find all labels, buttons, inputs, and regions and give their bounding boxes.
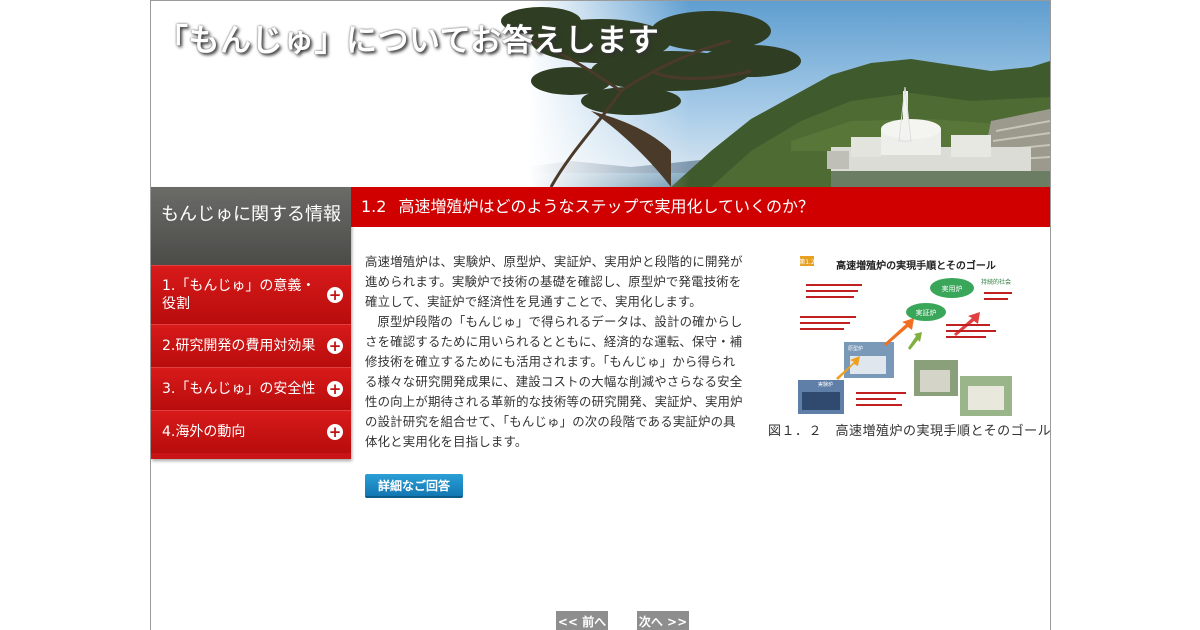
prev-button[interactable]: << 前へ — [556, 611, 608, 630]
figure-caption: 図１．２ 高速増殖炉の実現手順とそのゴール — [768, 424, 1051, 439]
body-paragraph: 高速増殖炉は、実験炉、原型炉、実証炉、実用炉と段階的に開発が進められます。実験炉… — [365, 254, 743, 309]
section-title: 高速増殖炉はどのようなステップで実用化していくのか？ — [398, 197, 814, 216]
sidebar-item-significance[interactable]: 1.「もんじゅ」の意義・役割 + — [151, 265, 351, 324]
sidebar-item-safety[interactable]: 3.「もんじゅ」の安全性 + — [151, 367, 351, 410]
stage-label: 原型炉 — [848, 345, 863, 352]
figure: 第1.2 高速増殖炉の実現手順とそのゴール 実証炉 実用炉 持続的社会 実験炉 … — [768, 252, 1051, 439]
detail-answer-button[interactable]: 詳細なご回答 — [365, 474, 463, 498]
plus-icon[interactable]: + — [327, 381, 343, 397]
stage-label: 実験炉 — [818, 381, 833, 388]
sidebar-item-label: 4.海外の動向 — [162, 424, 246, 440]
page-title: 「もんじゅ」についてお答えします — [157, 23, 660, 59]
plus-icon[interactable]: + — [327, 338, 343, 354]
header-banner: 「もんじゅ」についてお答えします — [151, 1, 1050, 187]
sidebar-item-label: 2.研究開発の費用対効果 — [162, 338, 316, 354]
sidebar-item-label: 1.「もんじゅ」の意義・役割 — [162, 278, 316, 312]
section-number: 1.2 — [361, 197, 387, 216]
stage-label: 持続的社会 — [981, 278, 1011, 286]
stage-label: 実証炉 — [916, 308, 937, 317]
page-frame: 「もんじゅ」についてお答えします もんじゅに関する情報 1.「もんじゅ」の意義・… — [150, 0, 1051, 630]
fast-reactor-roadmap-diagram: 第1.2 高速増殖炉の実現手順とそのゴール 実証炉 実用炉 持続的社会 実験炉 … — [796, 252, 1016, 418]
body-paragraph: 原型炉段階の「もんじゅ」で得られるデータは、設計の確からしさを確認するために用い… — [365, 314, 743, 449]
sidebar-item-label: 3.「もんじゅ」の安全性 — [162, 381, 316, 397]
sidebar: もんじゅに関する情報 1.「もんじゅ」の意義・役割 + 2.研究開発の費用対効果… — [151, 187, 351, 459]
section-header: 1.2 高速増殖炉はどのようなステップで実用化していくのか？ — [351, 187, 1050, 227]
plus-icon[interactable]: + — [327, 287, 343, 303]
sidebar-item-cost-effectiveness[interactable]: 2.研究開発の費用対効果 + — [151, 324, 351, 367]
figure-title: 高速増殖炉の実現手順とそのゴール — [836, 259, 996, 272]
plus-icon[interactable]: + — [327, 424, 343, 440]
figure-tag: 第1.2 — [799, 258, 815, 266]
next-button[interactable]: 次へ >> — [637, 611, 689, 630]
sidebar-heading: もんじゅに関する情報 — [151, 187, 351, 265]
sidebar-item-overseas[interactable]: 4.海外の動向 + — [151, 410, 351, 453]
body-text: 高速増殖炉は、実験炉、原型炉、実証炉、実用炉と段階的に開発が進められます。実験炉… — [365, 252, 745, 452]
stage-label: 実用炉 — [942, 284, 963, 293]
